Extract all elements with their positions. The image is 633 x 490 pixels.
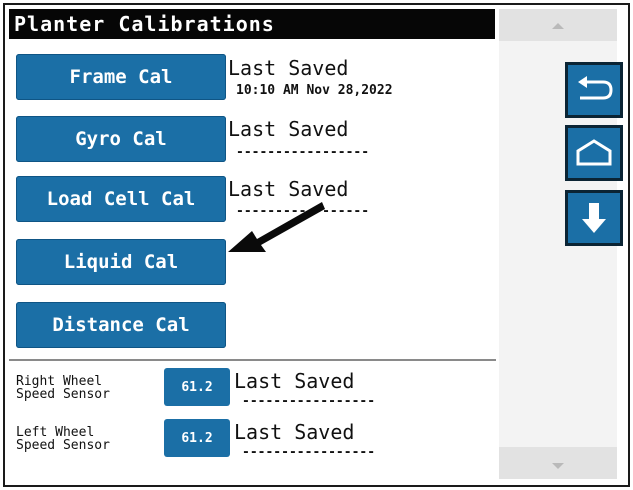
home-button[interactable] (565, 125, 623, 181)
scroll-up-button[interactable] (499, 9, 617, 41)
back-button[interactable] (565, 62, 623, 118)
gyro-cal-button[interactable]: Gyro Cal (16, 116, 226, 162)
scroll-up-icon (552, 23, 564, 29)
right-wheel-last-saved-label: Last Saved (234, 369, 355, 393)
back-arrow-icon (578, 76, 613, 100)
right-wheel-sensor-label: Right Wheel Speed Sensor (16, 375, 110, 401)
page-title: Planter Calibrations (9, 9, 495, 39)
left-wheel-saved-value: ----------------- (242, 445, 376, 460)
scroll-down-icon (552, 463, 564, 469)
distance-cal-button[interactable]: Distance Cal (16, 302, 226, 348)
gyro-cal-last-saved-label: Last Saved (228, 117, 349, 141)
pointer-arrow-icon (228, 202, 325, 252)
right-wheel-label-line2: Speed Sensor (16, 387, 110, 402)
left-wheel-sensor-label: Left Wheel Speed Sensor (16, 426, 110, 452)
down-arrow-icon (582, 203, 606, 233)
section-divider (9, 359, 496, 361)
gyro-cal-saved-value: ----------------- (236, 145, 370, 160)
right-wheel-speed-value[interactable]: 61.2 (164, 368, 230, 406)
home-icon (576, 139, 612, 166)
left-wheel-label-line2: Speed Sensor (16, 438, 110, 453)
frame-cal-saved-value: 10:10 AM Nov 28,2022 (236, 83, 393, 98)
load-cell-cal-button[interactable]: Load Cell Cal (16, 176, 226, 222)
liquid-cal-button[interactable]: Liquid Cal (16, 239, 226, 285)
left-wheel-last-saved-label: Last Saved (234, 420, 355, 444)
frame-cal-button[interactable]: Frame Cal (16, 54, 226, 100)
left-wheel-speed-value[interactable]: 61.2 (164, 419, 230, 457)
scroll-down-button[interactable] (499, 447, 617, 479)
down-button[interactable] (565, 190, 623, 246)
right-wheel-saved-value: ----------------- (242, 394, 376, 409)
frame-cal-last-saved-label: Last Saved (228, 56, 349, 80)
